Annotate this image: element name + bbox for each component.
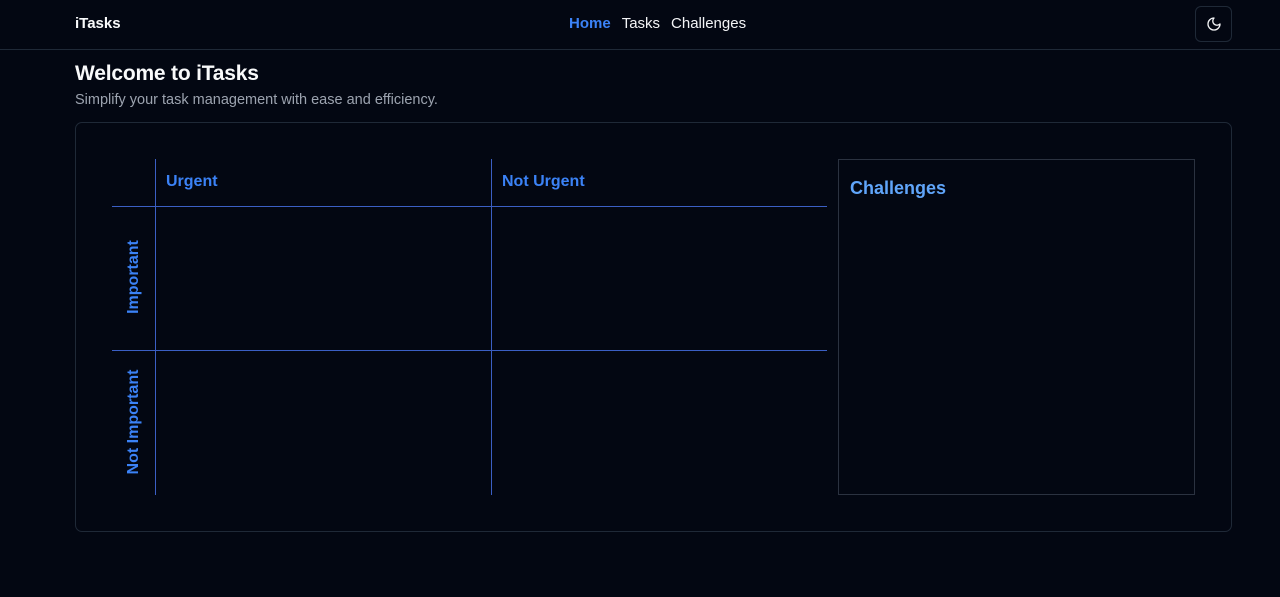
quadrant-not-urgent-not-important[interactable] (492, 351, 827, 495)
eisenhower-matrix: Urgent Not Urgent Important Not Importan… (112, 159, 827, 495)
page-title: Welcome to iTasks (75, 62, 259, 85)
row-header-not-important: Not Important (125, 369, 142, 475)
navbar: iTasks Home Tasks Challenges (0, 0, 1280, 50)
quadrant-urgent-important[interactable] (156, 207, 491, 350)
theme-toggle-button[interactable] (1195, 6, 1232, 42)
page-subtitle: Simplify your task management with ease … (75, 92, 438, 108)
column-header-not-urgent: Not Urgent (502, 173, 585, 190)
column-header-urgent: Urgent (166, 173, 218, 190)
quadrant-urgent-not-important[interactable] (156, 351, 491, 495)
brand-logo[interactable]: iTasks (75, 15, 121, 32)
nav-link-home[interactable]: Home (569, 15, 611, 32)
row-header-important: Important (125, 240, 142, 314)
nav-link-tasks[interactable]: Tasks (622, 15, 660, 32)
nav-link-challenges[interactable]: Challenges (671, 15, 746, 32)
challenges-title: Challenges (850, 178, 947, 198)
quadrant-not-urgent-important[interactable] (492, 207, 827, 350)
moon-icon (1206, 17, 1221, 31)
challenges-panel: Challenges (838, 159, 1195, 495)
nav-links: Home Tasks Challenges (569, 15, 746, 32)
